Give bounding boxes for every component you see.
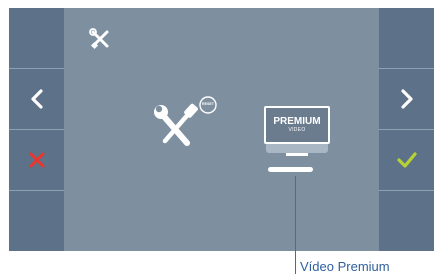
- left-button-bottom[interactable]: [9, 191, 64, 251]
- premium-title: PREMIUM: [273, 116, 321, 127]
- left-button-top[interactable]: [9, 8, 64, 68]
- callout-label: Vídeo Premium: [300, 259, 390, 274]
- device-screen: RESET PREMIUM VIDEO: [9, 8, 434, 251]
- monitor-base: [266, 144, 328, 153]
- previous-button[interactable]: [9, 69, 64, 129]
- monitor-icon: PREMIUM VIDEO: [264, 106, 330, 144]
- selection-indicator: [268, 167, 313, 172]
- right-button-bottom[interactable]: [379, 191, 434, 251]
- right-button-top[interactable]: [379, 8, 434, 68]
- tools-icon: [89, 28, 109, 50]
- menu-item-premium-video[interactable]: PREMIUM VIDEO: [264, 106, 332, 158]
- reset-badge: RESET: [202, 102, 214, 106]
- monitor-stand: [286, 153, 308, 156]
- close-icon: [29, 152, 44, 168]
- right-button-column: [379, 8, 434, 251]
- callout-line: [295, 176, 296, 274]
- cancel-button[interactable]: [9, 130, 64, 190]
- left-button-column: [9, 8, 64, 251]
- confirm-button[interactable]: [379, 130, 434, 190]
- chevron-left-icon: [30, 89, 43, 109]
- menu-item-tools-reset[interactable]: RESET: [151, 95, 221, 155]
- check-icon: [396, 152, 417, 168]
- next-button[interactable]: [379, 69, 434, 129]
- premium-subtitle: VIDEO: [288, 127, 306, 133]
- chevron-right-icon: [400, 89, 413, 109]
